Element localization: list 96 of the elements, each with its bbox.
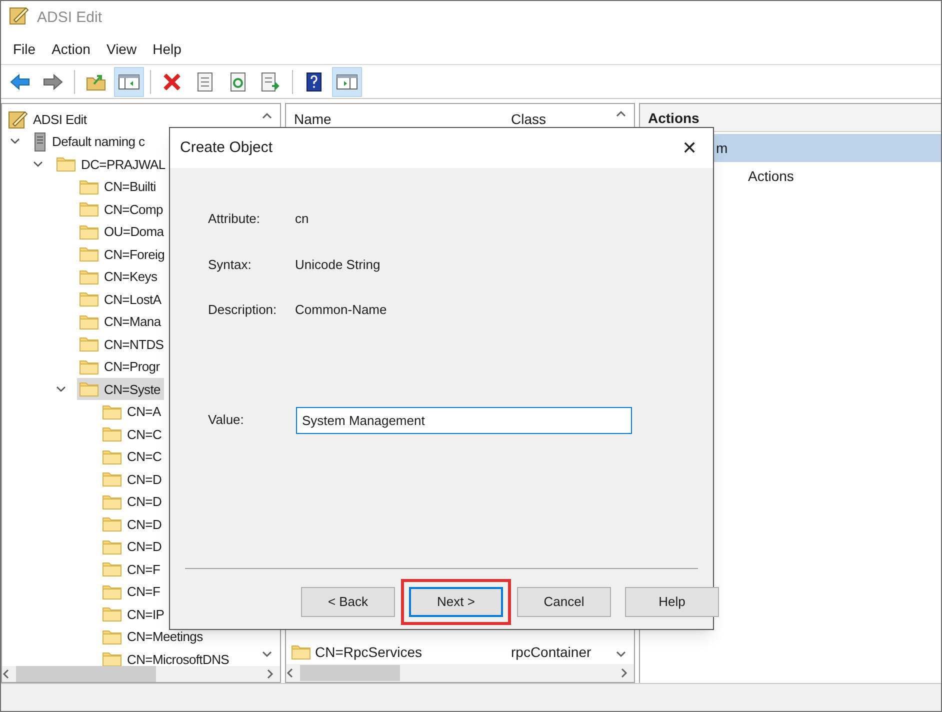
tree-item[interactable]: CN=Comp bbox=[77, 198, 167, 220]
close-button[interactable]: ✕ bbox=[678, 139, 701, 157]
folder-icon bbox=[77, 314, 99, 330]
tree-item[interactable]: CN=A bbox=[100, 400, 165, 423]
tree-item[interactable]: CN=D bbox=[100, 468, 166, 490]
folder-icon bbox=[77, 224, 99, 240]
horizontal-scrollbar[interactable] bbox=[286, 664, 634, 682]
tree-item[interactable]: OU=Doma bbox=[77, 220, 168, 243]
field-value: Common-Name bbox=[295, 301, 387, 319]
forward-arrow-icon bbox=[42, 72, 64, 90]
tree-item[interactable]: CN=F bbox=[100, 580, 164, 603]
tree-item[interactable]: CN=D bbox=[100, 490, 166, 513]
folder-icon bbox=[291, 644, 311, 660]
folder-icon bbox=[100, 494, 122, 510]
column-header[interactable]: Name bbox=[286, 109, 511, 130]
action-pane-icon bbox=[336, 72, 358, 90]
tree-item[interactable]: CN=MicrosoftDNS bbox=[100, 648, 234, 666]
horizontal-scrollbar[interactable] bbox=[2, 666, 280, 682]
edit-tool-icon bbox=[6, 109, 28, 130]
tree-item[interactable]: CN=C bbox=[100, 423, 166, 446]
menu-item[interactable]: View bbox=[98, 36, 145, 63]
delete-icon bbox=[162, 72, 182, 92]
window-title: ADSI Edit bbox=[37, 8, 102, 28]
folder-icon bbox=[100, 628, 122, 645]
field-value: cn bbox=[295, 210, 309, 228]
scrollbar-thumb[interactable] bbox=[300, 665, 400, 681]
list-item[interactable]: CN=RpcServices bbox=[315, 642, 422, 662]
field-value: Unicode String bbox=[295, 256, 380, 274]
folder-icon bbox=[100, 584, 122, 600]
folder-icon bbox=[100, 448, 122, 465]
help-icon bbox=[305, 72, 323, 92]
folder-icon bbox=[77, 336, 99, 352]
folder-icon bbox=[100, 471, 122, 488]
folder-icon bbox=[77, 178, 99, 195]
field-label: Attribute: bbox=[208, 210, 262, 228]
tree-item[interactable]: CN=Keys bbox=[77, 266, 162, 288]
actions-header: Actions bbox=[640, 104, 941, 132]
refresh-icon bbox=[229, 72, 247, 92]
console-tree-icon bbox=[118, 72, 140, 90]
dialog-button[interactable]: < Back bbox=[301, 587, 395, 617]
scroll-up-icon[interactable] bbox=[262, 112, 272, 120]
folder-icon bbox=[100, 606, 122, 622]
folder-icon bbox=[100, 426, 122, 442]
folder-icon bbox=[100, 561, 122, 578]
expand-chevron-icon[interactable] bbox=[54, 386, 68, 393]
tree-item[interactable]: CN=IP bbox=[100, 603, 168, 626]
tree-item[interactable]: DC=PRAJWAL bbox=[54, 153, 170, 176]
tree-item[interactable]: CN=C bbox=[100, 446, 166, 468]
dialog-title: Create Object bbox=[180, 138, 273, 158]
tree-item[interactable]: CN=Meetings bbox=[100, 626, 207, 648]
folder-icon bbox=[77, 246, 99, 262]
export-list-icon bbox=[260, 72, 282, 92]
folder-icon bbox=[77, 381, 99, 398]
field-label: Syntax: bbox=[208, 256, 252, 274]
field-label: Description: bbox=[208, 301, 278, 319]
folder-icon bbox=[77, 201, 99, 218]
folder-icon bbox=[100, 516, 122, 532]
dialog-button[interactable]: Next > bbox=[409, 587, 503, 617]
folder-icon bbox=[77, 358, 99, 375]
tree-item[interactable]: CN=NTDS bbox=[77, 333, 168, 356]
folder-icon bbox=[100, 651, 122, 666]
folder-icon bbox=[54, 156, 76, 172]
tree-item[interactable]: CN=Progr bbox=[77, 356, 164, 378]
tree-item[interactable]: ADSI Edit bbox=[6, 108, 91, 130]
expand-chevron-icon[interactable] bbox=[31, 160, 45, 168]
table-cell-text: rpcContainer bbox=[511, 642, 592, 662]
scrollbar-thumb[interactable] bbox=[16, 666, 156, 682]
tree-item[interactable]: CN=F bbox=[100, 558, 164, 580]
menu-item[interactable]: File bbox=[5, 36, 44, 63]
tree-item[interactable]: CN=Syste bbox=[77, 378, 164, 400]
toolbar-button[interactable] bbox=[114, 66, 144, 96]
expand-chevron-icon[interactable] bbox=[8, 138, 22, 146]
field-label: Value: bbox=[208, 411, 245, 430]
folder-icon bbox=[77, 291, 99, 308]
folder-icon bbox=[100, 538, 122, 555]
tree-item[interactable]: CN=Foreig bbox=[77, 243, 169, 266]
scroll-down-icon[interactable] bbox=[262, 650, 272, 658]
value-input-field[interactable]: System Management bbox=[296, 406, 632, 434]
folder-icon bbox=[77, 268, 99, 285]
dialog-button[interactable]: Help bbox=[625, 587, 719, 617]
tree-item[interactable]: CN=Builti bbox=[77, 176, 160, 198]
properties-icon bbox=[196, 72, 214, 92]
dialog-button[interactable]: Cancel bbox=[517, 587, 611, 617]
scroll-up-icon[interactable] bbox=[616, 110, 626, 118]
tree-item[interactable]: Default naming c bbox=[31, 130, 149, 153]
scroll-down-icon[interactable] bbox=[616, 650, 626, 658]
folder-icon bbox=[100, 404, 122, 420]
tree-item[interactable]: CN=D bbox=[100, 513, 166, 536]
tree-item[interactable]: CN=D bbox=[100, 536, 166, 558]
toolbar-button[interactable] bbox=[332, 66, 362, 96]
tree-item[interactable]: CN=LostA bbox=[77, 288, 166, 310]
app-icon bbox=[9, 5, 29, 25]
menu-item[interactable]: Action bbox=[44, 36, 98, 63]
back-arrow-icon bbox=[9, 72, 31, 90]
menu-item[interactable]: Help bbox=[144, 36, 190, 63]
tree-item[interactable]: CN=Mana bbox=[77, 310, 165, 333]
